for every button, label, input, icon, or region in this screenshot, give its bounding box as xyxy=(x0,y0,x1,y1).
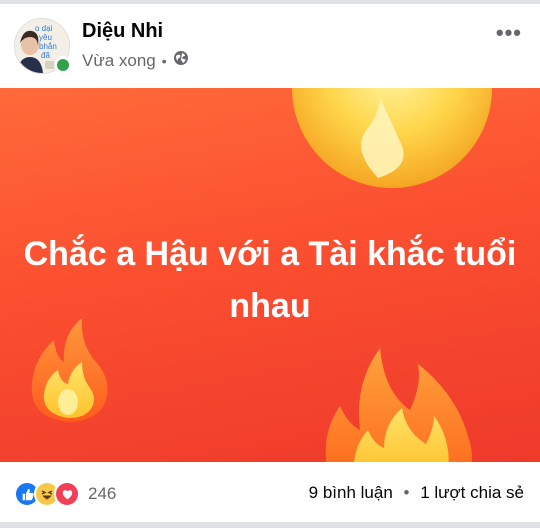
post-background: Chắc a Hậu với a Tài khắc tuổi nhau xyxy=(0,88,540,462)
fire-bubble-decoration xyxy=(292,88,492,188)
avatar-text-1: o dại xyxy=(35,24,53,33)
online-status-dot xyxy=(54,56,72,74)
globe-icon xyxy=(173,50,189,71)
meta-separator: • xyxy=(161,52,167,69)
post-header: o dại yêu bhắn đã Diệu Nhi Vừa xong • ••… xyxy=(0,4,540,88)
bottom-divider xyxy=(0,522,540,528)
post-meta: Vừa xong • xyxy=(82,50,189,71)
stats-separator: • xyxy=(403,483,410,502)
reaction-count: 246 xyxy=(88,484,117,503)
author-name[interactable]: Diệu Nhi xyxy=(82,20,163,43)
avatar-text-2: yêu xyxy=(39,33,52,42)
avatar-text-4: đã xyxy=(41,51,50,60)
flame-decoration-right xyxy=(325,348,472,462)
post-stats: 9 bình luận • 1 lượt chia sẻ xyxy=(309,483,524,503)
reactions-summary[interactable]: 246 xyxy=(14,481,116,507)
comment-count[interactable]: 9 bình luận xyxy=(309,483,393,502)
love-icon xyxy=(54,481,80,507)
post-text: Chắc a Hậu với a Tài khắc tuổi nhau xyxy=(23,235,517,325)
more-options-icon[interactable]: ••• xyxy=(496,22,522,44)
share-count[interactable]: 1 lượt chia sẻ xyxy=(420,483,524,502)
post-footer: 246 9 bình luận • 1 lượt chia sẻ xyxy=(0,462,540,528)
post-time[interactable]: Vừa xong xyxy=(82,51,156,71)
avatar-text-3: bhắn xyxy=(39,42,57,51)
